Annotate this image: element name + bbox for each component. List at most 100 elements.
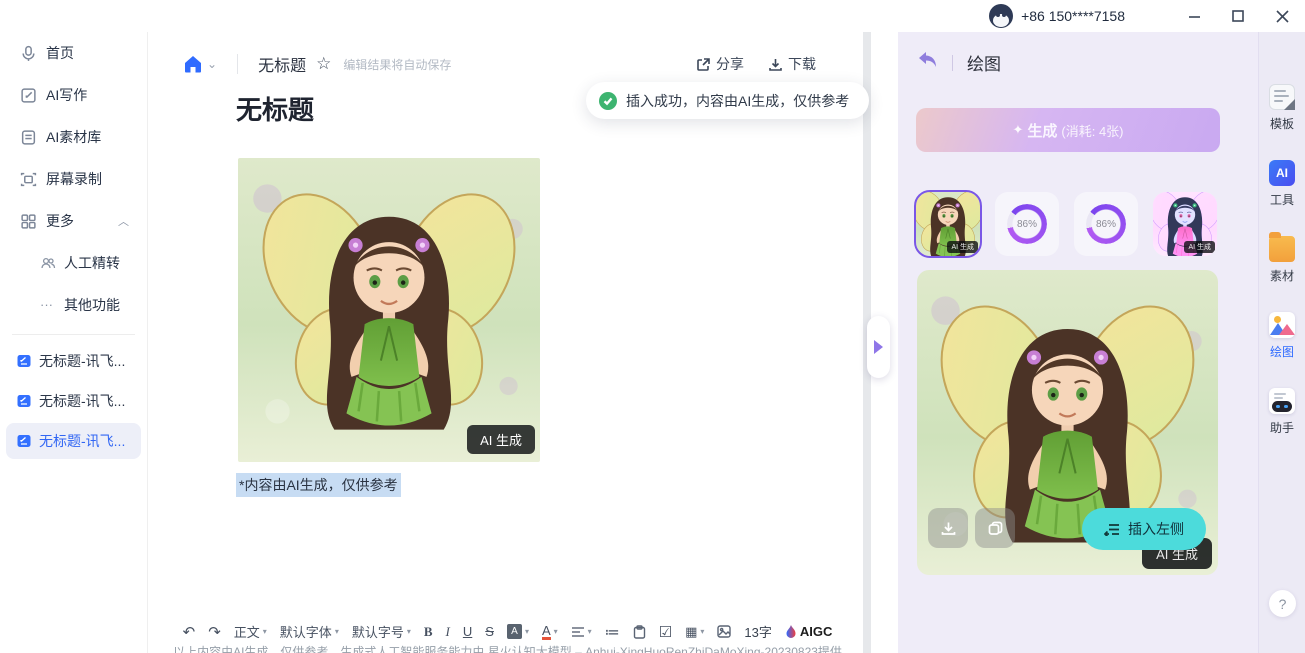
thumbnail-4[interactable]: AI 生成 — [1153, 192, 1217, 256]
sidebar-item-label: 屏幕录制 — [46, 169, 102, 189]
account-area[interactable]: +86 150****7158 — [989, 4, 1125, 28]
align-icon — [571, 626, 585, 638]
ai-generated-badge: AI 生成 — [1184, 241, 1215, 253]
minimize-button[interactable] — [1185, 7, 1203, 25]
undo-button[interactable]: ↶ — [183, 623, 196, 641]
help-button[interactable]: ? — [1269, 590, 1296, 617]
doc-item-2[interactable]: 无标题-讯飞... — [6, 383, 141, 419]
sidebar-item-ai-writing[interactable]: AI写作 — [0, 74, 147, 116]
highlight-color-button[interactable]: A▾ — [507, 624, 529, 639]
header-divider — [237, 54, 238, 74]
doc-item-label: 无标题-讯飞... — [39, 351, 125, 371]
rail-label: 助手 — [1270, 419, 1294, 436]
close-button[interactable] — [1273, 7, 1291, 25]
font-color-icon: A — [542, 624, 551, 640]
user-phone: +86 150****7158 — [1021, 8, 1125, 24]
flame-icon — [785, 625, 797, 639]
sidebar-item-label: 人工精转 — [64, 253, 120, 273]
table-button[interactable]: ▦▾ — [685, 624, 704, 640]
doc-title[interactable]: 无标题 — [258, 52, 306, 76]
sidebar: 首页 AI写作 AI素材库 屏幕录制 更多 ︿ 人工精转 ··· 其他功能 — [0, 32, 148, 653]
back-arrow-icon — [918, 51, 938, 69]
panel-collapse-handle[interactable] — [867, 316, 890, 378]
copy-image-button[interactable] — [975, 508, 1015, 548]
image-caption[interactable]: *内容由AI生成，仅供参考 — [236, 473, 401, 497]
sidebar-divider — [12, 334, 135, 335]
clipboard-icon — [633, 625, 646, 639]
doc-item-1[interactable]: 无标题-讯飞... — [6, 343, 141, 379]
share-label: 分享 — [716, 54, 744, 74]
user-avatar[interactable] — [989, 4, 1013, 28]
panel-header-divider — [952, 55, 953, 71]
font-color-button[interactable]: A▾ — [542, 624, 558, 640]
underline-button[interactable]: U — [463, 624, 472, 639]
sidebar-item-more[interactable]: 更多 ︿ — [0, 200, 147, 242]
download-button[interactable]: 下载 — [768, 54, 816, 74]
font-family-select[interactable]: 默认字体▾ — [280, 622, 339, 641]
library-icon — [20, 129, 37, 146]
progress-percent: 86% — [1086, 204, 1126, 244]
rail-item-materials[interactable]: 素材 — [1259, 236, 1305, 284]
bullet-list-button[interactable]: ≔ — [605, 623, 620, 641]
rail-item-assistant[interactable]: 助手 — [1259, 388, 1305, 436]
sidebar-item-ai-library[interactable]: AI素材库 — [0, 116, 147, 158]
app-window: +86 150****7158 首页 AI写作 AI素材库 — [0, 0, 1305, 653]
rail-item-drawing-active[interactable]: 绘图 — [1259, 312, 1305, 360]
rail-item-templates[interactable]: 模板 — [1259, 84, 1305, 132]
align-button[interactable]: ▾ — [571, 626, 592, 638]
thumbnail-3-progress[interactable]: 86% — [1074, 192, 1138, 256]
insert-left-button[interactable]: 插入左侧 — [1082, 508, 1206, 550]
star-icon[interactable]: ☆ — [316, 54, 331, 74]
chevron-down-icon[interactable]: ⌄ — [207, 57, 217, 71]
write-icon — [20, 87, 37, 104]
editor-header: ⌄ 无标题 ☆ 编辑结果将自动保存 分享 下载 — [149, 42, 866, 86]
italic-button[interactable]: I — [446, 624, 450, 640]
home-button[interactable]: ⌄ — [183, 54, 217, 74]
font-size-select[interactable]: 默认字号▾ — [352, 622, 411, 641]
thumbnail-2-progress[interactable]: 86% — [995, 192, 1059, 256]
document-icon — [16, 393, 32, 409]
checkbox-button[interactable]: ☑ — [659, 623, 672, 641]
template-icon — [1269, 84, 1295, 110]
progress-ring: 86% — [1086, 204, 1126, 244]
share-button[interactable]: 分享 — [696, 54, 744, 74]
generated-image[interactable]: AI 生成 — [238, 158, 540, 462]
clipboard-button[interactable] — [633, 625, 646, 639]
folder-icon — [1269, 236, 1295, 262]
word-count: 13字 — [744, 622, 771, 641]
doc-item-3-active[interactable]: 无标题-讯飞... — [6, 423, 141, 459]
maximize-button[interactable] — [1229, 7, 1247, 25]
progress-percent: 86% — [1007, 204, 1047, 244]
generate-button[interactable]: ✦ 生成 (消耗: 4张) — [916, 108, 1220, 152]
fairy-illustration — [238, 158, 540, 462]
thumbnail-1-selected[interactable]: AI 生成 — [916, 192, 980, 256]
insert-image-button[interactable] — [717, 625, 731, 638]
people-icon — [40, 255, 56, 271]
page-title[interactable]: 无标题 — [236, 90, 314, 127]
sidebar-item-other-functions[interactable]: ··· 其他功能 — [0, 284, 147, 326]
autosave-status: 编辑结果将自动保存 — [343, 56, 451, 73]
screen-record-icon — [20, 171, 37, 188]
bold-button[interactable]: B — [424, 624, 433, 640]
rail-item-ai-tools[interactable]: AI 工具 — [1259, 160, 1305, 208]
redo-button[interactable]: ↷ — [208, 623, 221, 641]
caret-icon: ▾ — [700, 627, 704, 636]
strikethrough-button[interactable]: S — [485, 624, 494, 639]
download-label: 下载 — [788, 54, 816, 74]
preview-image[interactable]: AI 生成 插入左侧 — [917, 270, 1218, 575]
generate-label: 生成 — [1027, 120, 1057, 141]
back-button[interactable] — [918, 51, 938, 74]
sidebar-item-screen-record[interactable]: 屏幕录制 — [0, 158, 147, 200]
success-check-icon — [599, 92, 617, 110]
sidebar-item-manual-transcribe[interactable]: 人工精转 — [0, 242, 147, 284]
ai-disclaimer-footer: 以上内容由AI生成，仅供参考。生成式人工智能服务能力由 星火认知大模型 – An… — [149, 643, 866, 653]
editor-area: ⌄ 无标题 ☆ 编辑结果将自动保存 分享 下载 无标题 AI 生成 *内容 — [149, 32, 866, 653]
toast-text: 插入成功，内容由AI生成，仅供参考 — [626, 91, 849, 111]
ai-generated-badge: AI 生成 — [467, 425, 535, 454]
paragraph-style-select[interactable]: 正文▾ — [234, 622, 267, 641]
aigc-indicator[interactable]: AIGC — [785, 624, 833, 639]
chevron-up-icon[interactable]: ︿ — [118, 213, 129, 229]
sidebar-item-home[interactable]: 首页 — [0, 32, 147, 74]
download-image-button[interactable] — [928, 508, 968, 548]
doc-item-label: 无标题-讯飞... — [39, 391, 125, 411]
